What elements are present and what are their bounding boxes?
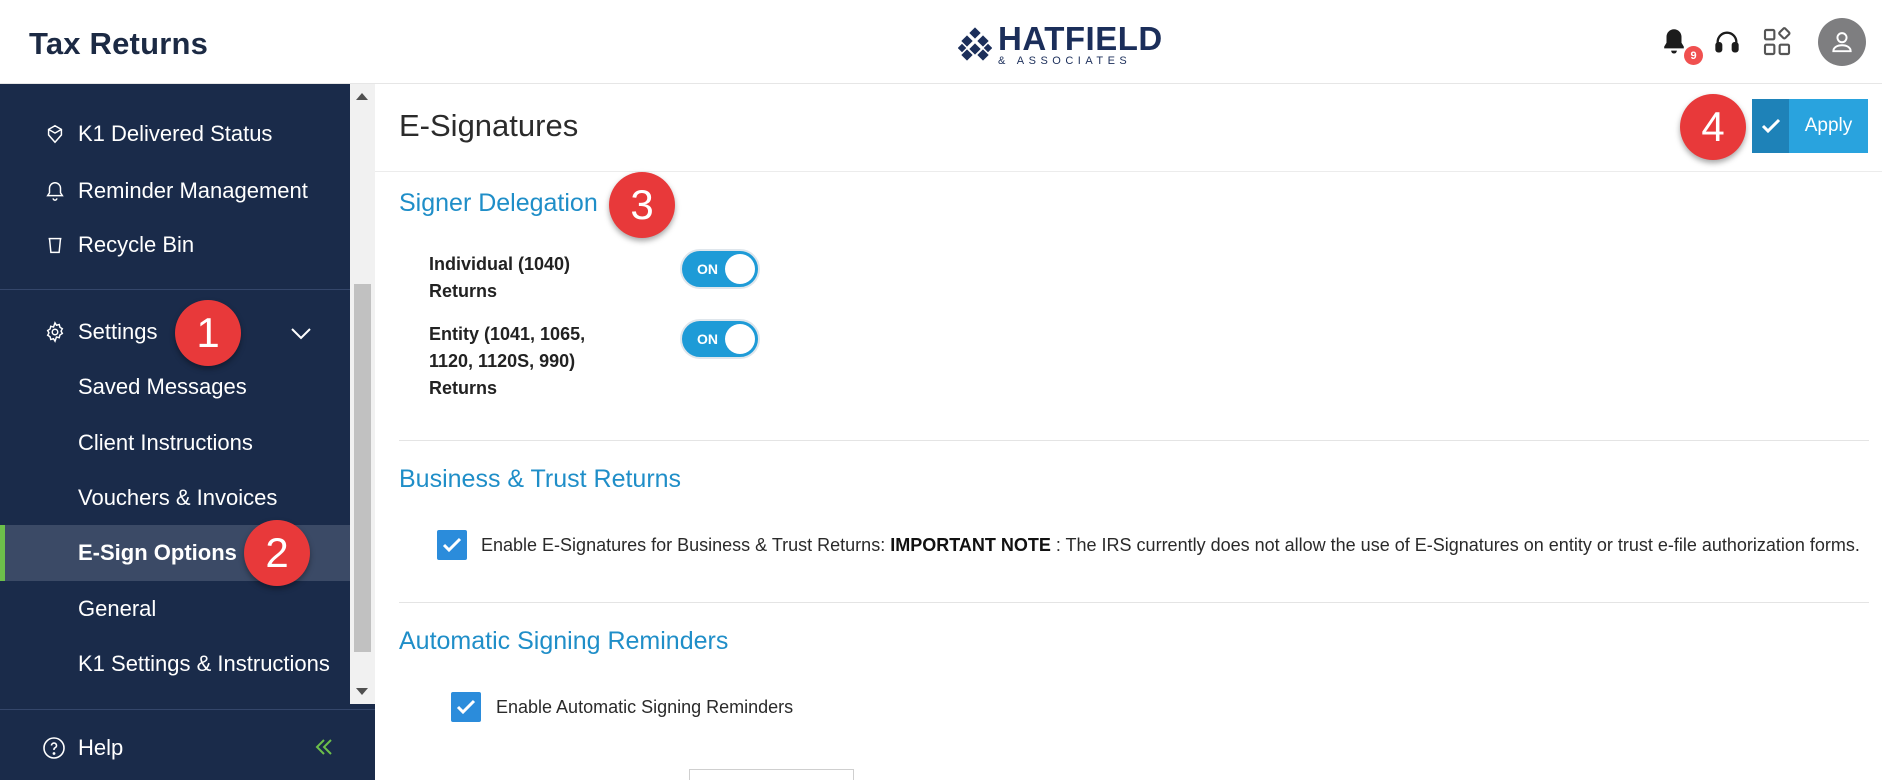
individual-returns-label: Individual (1040) Returns bbox=[429, 254, 571, 301]
sidebar-item-recycle-bin[interactable]: Recycle Bin bbox=[0, 218, 350, 272]
help-circle-icon bbox=[42, 736, 66, 766]
annotation-marker-2: 2 bbox=[244, 520, 310, 586]
sidebar-item-reminder-management[interactable]: Reminder Management bbox=[0, 164, 350, 218]
individual-returns-toggle[interactable]: ON bbox=[680, 249, 760, 289]
sidebar-item-client-instructions[interactable]: Client Instructions bbox=[0, 415, 350, 471]
section-divider bbox=[399, 602, 1869, 603]
bell-icon bbox=[42, 178, 68, 204]
entity-returns-toggle[interactable]: ON bbox=[680, 319, 760, 359]
sidebar-divider bbox=[0, 289, 350, 290]
apply-button-label: Apply bbox=[1804, 115, 1853, 136]
checkmark-icon bbox=[442, 537, 462, 553]
entity-returns-label: Entity (1041, 1065, 1120, 1120S, 990) Re… bbox=[429, 324, 586, 398]
reminder-interval-input[interactable] bbox=[689, 769, 854, 780]
scroll-up-arrow-icon[interactable] bbox=[356, 93, 368, 100]
sidebar-item-general[interactable]: General bbox=[0, 581, 350, 637]
sidebar-item-k1-delivered-status[interactable]: K1 Delivered Status bbox=[0, 107, 350, 161]
sidebar-item-label: K1 Delivered Status bbox=[78, 121, 273, 146]
apps-menu-button[interactable] bbox=[1760, 25, 1794, 59]
sidebar-item-label: Recycle Bin bbox=[78, 232, 195, 257]
chevron-down-icon[interactable] bbox=[290, 321, 312, 347]
main-content: E-Signatures Apply Signer Delegation Ind… bbox=[375, 84, 1882, 780]
section-divider bbox=[399, 440, 1869, 441]
logo-mark-icon bbox=[958, 26, 992, 61]
logo-name: HATFIELD bbox=[998, 20, 1163, 57]
important-note-text: : The IRS currently does not allow the u… bbox=[1050, 535, 1860, 555]
user-avatar-icon bbox=[1832, 32, 1852, 53]
toggle-state-label: ON bbox=[697, 331, 718, 347]
sidebar-bottom-divider bbox=[0, 709, 375, 710]
top-header: Tax Returns HATFIELD & ASSOCIATES 9 bbox=[0, 0, 1882, 84]
checkbox-label-text: Enable E-Signatures for Business & Trust… bbox=[481, 535, 891, 555]
checkmark-icon bbox=[456, 699, 476, 715]
apps-grid-icon bbox=[1763, 27, 1791, 56]
section-title-business-trust: Business & Trust Returns bbox=[399, 465, 682, 493]
auto-reminders-checkbox[interactable] bbox=[451, 692, 481, 722]
k1-status-icon bbox=[42, 121, 68, 147]
sidebar-item-k1-settings[interactable]: K1 Settings & Instructions bbox=[0, 636, 350, 692]
section-title-auto-reminders: Automatic Signing Reminders bbox=[399, 627, 729, 655]
page-title: E-Signatures bbox=[399, 108, 579, 143]
sidebar-item-help[interactable]: Help bbox=[0, 724, 375, 772]
business-trust-esign-checkbox[interactable] bbox=[437, 530, 467, 560]
check-icon bbox=[1752, 99, 1789, 153]
section-title-signer-delegation: Signer Delegation bbox=[399, 189, 598, 217]
sidebar-scroll-area: K1 Delivered Status Reminder Management … bbox=[0, 84, 350, 704]
toggle-state-label: ON bbox=[697, 261, 718, 277]
toggle-knob bbox=[725, 324, 755, 354]
company-logo[interactable]: HATFIELD & ASSOCIATES bbox=[958, 22, 1163, 67]
notification-count-badge: 9 bbox=[1684, 46, 1703, 65]
annotation-marker-3: 3 bbox=[609, 172, 675, 238]
annotation-marker-1: 1 bbox=[175, 300, 241, 366]
auto-reminders-label: Enable Automatic Signing Reminders bbox=[496, 697, 794, 717]
sidebar-item-label: Settings bbox=[78, 319, 158, 344]
sidebar-item-saved-messages[interactable]: Saved Messages bbox=[0, 359, 350, 415]
sidebar-item-label: Help bbox=[78, 735, 124, 760]
scroll-down-arrow-icon[interactable] bbox=[356, 688, 368, 695]
sidebar-scrollbar[interactable] bbox=[350, 84, 375, 704]
headset-icon bbox=[1715, 31, 1739, 53]
user-avatar-button[interactable] bbox=[1818, 18, 1866, 66]
collapse-sidebar-icon[interactable] bbox=[313, 736, 335, 764]
gear-icon bbox=[42, 319, 68, 345]
sidebar-item-vouchers-invoices[interactable]: Vouchers & Invoices bbox=[0, 470, 350, 526]
important-note-label: IMPORTANT NOTE bbox=[890, 535, 1051, 555]
business-trust-esign-label: Enable E-Signatures for Business & Trust… bbox=[481, 535, 1860, 556]
page-header: E-Signatures Apply bbox=[375, 84, 1882, 172]
app-title: Tax Returns bbox=[29, 26, 209, 61]
sidebar: K1 Delivered Status Reminder Management … bbox=[0, 84, 375, 780]
trash-icon bbox=[42, 232, 68, 258]
annotation-marker-4: 4 bbox=[1680, 94, 1746, 160]
support-button[interactable] bbox=[1710, 25, 1744, 59]
sidebar-item-label: Reminder Management bbox=[78, 178, 308, 203]
apply-button[interactable]: Apply bbox=[1752, 99, 1868, 153]
logo-subtitle: & ASSOCIATES bbox=[998, 55, 1132, 67]
toggle-knob bbox=[725, 254, 755, 284]
scrollbar-thumb[interactable] bbox=[354, 284, 371, 652]
